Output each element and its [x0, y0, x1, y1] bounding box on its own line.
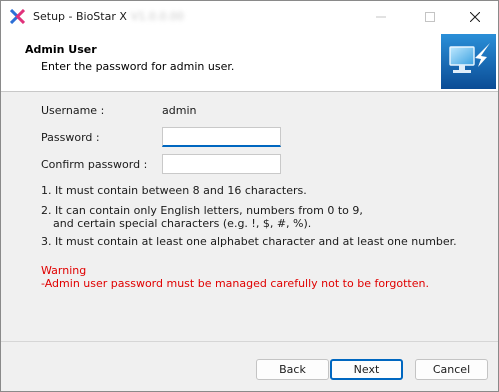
password-input[interactable] — [162, 127, 281, 147]
window-title: Setup - BioStar X V1.0.0.00 — [33, 10, 184, 23]
warning-text: -Admin user password must be managed car… — [41, 277, 429, 290]
confirm-password-input[interactable] — [162, 154, 281, 174]
maximize-button[interactable] — [407, 1, 453, 32]
setup-window: Setup - BioStar X V1.0.0.00 Admin User En… — [0, 0, 499, 392]
title-bar: Setup - BioStar X V1.0.0.00 — [1, 1, 498, 32]
password-rule-1: 1. It must contain between 8 and 16 char… — [41, 184, 307, 197]
biostar-app-icon — [10, 9, 25, 24]
warning-title: Warning — [41, 264, 87, 277]
cancel-button[interactable]: Cancel — [415, 359, 488, 380]
page-title: Admin User — [25, 43, 97, 56]
window-version-redacted: V1.0.0.00 — [130, 10, 184, 23]
password-rule-2-continued: and certain special characters (e.g. !, … — [53, 217, 312, 230]
page-header: Admin User Enter the password for admin … — [1, 32, 498, 92]
confirm-password-label: Confirm password : — [41, 158, 148, 171]
next-button[interactable]: Next — [330, 359, 403, 380]
username-value: admin — [162, 104, 197, 117]
maximize-icon — [425, 11, 435, 22]
minimize-button[interactable] — [358, 1, 404, 32]
setup-computer-icon — [441, 34, 496, 89]
close-icon — [470, 11, 480, 22]
password-rule-3: 3. It must contain at least one alphabet… — [41, 235, 457, 248]
back-button[interactable]: Back — [256, 359, 329, 380]
password-rule-2: 2. It can contain only English letters, … — [41, 204, 363, 217]
page-subtitle: Enter the password for admin user. — [41, 60, 235, 73]
password-label: Password : — [41, 131, 100, 144]
close-button[interactable] — [452, 1, 498, 32]
username-label: Username : — [41, 104, 105, 117]
minimize-icon — [376, 16, 386, 17]
footer-divider — [1, 341, 498, 342]
